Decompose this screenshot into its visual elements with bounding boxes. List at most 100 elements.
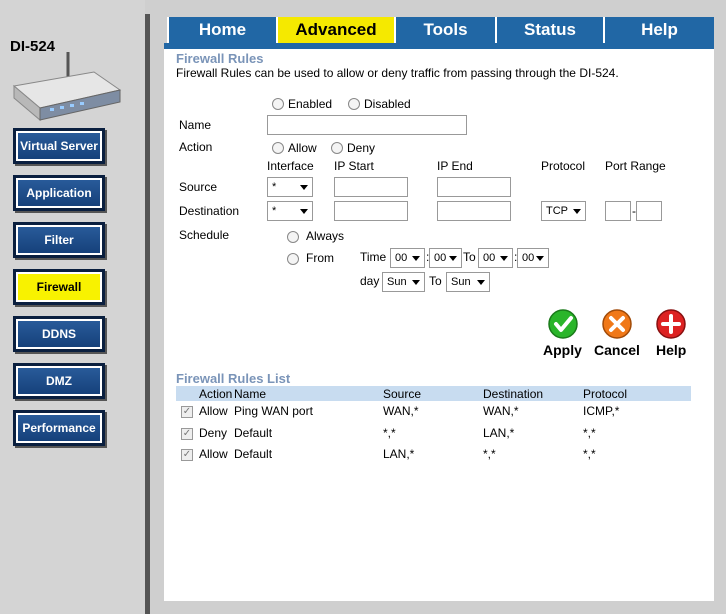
rule-source: *,* [383,426,396,440]
chevron-down-icon [573,209,581,214]
nav-performance[interactable]: Performance [13,410,105,446]
rule-action: Allow [199,404,228,418]
rule-protocol: ICMP,* [583,404,620,418]
from-label: From [306,251,334,265]
time-from-hour-select[interactable]: 00 [390,248,425,268]
list-header-source: Source [383,387,422,401]
time-to-minute-select[interactable]: 00 [517,248,549,268]
col-port-range: Port Range [605,159,666,173]
always-radio[interactable] [287,231,299,243]
rule-checkbox[interactable]: ✓ [181,406,193,418]
enabled-radio[interactable] [272,98,284,110]
col-protocol: Protocol [541,159,586,173]
nav-filter[interactable]: Filter [13,222,105,258]
help-plus-icon[interactable] [655,308,687,340]
day-from-value: Sun [387,276,407,288]
disabled-radio[interactable] [348,98,360,110]
destination-ip-end-input[interactable] [437,201,511,221]
nav-firewall[interactable]: Firewall [13,269,105,305]
rule-protocol: *,* [583,426,596,440]
source-ip-end-input[interactable] [437,177,511,197]
col-interface: Interface [267,159,314,173]
day-to-select[interactable]: Sun [446,272,490,292]
tab-help[interactable]: Help [603,17,714,43]
divider [150,0,164,614]
rule-action: Allow [199,447,228,461]
col-ip-end: IP End [437,159,473,173]
chevron-down-icon [536,256,544,261]
rule-checkbox[interactable]: ✓ [181,449,193,461]
source-interface-select[interactable]: * [267,177,313,197]
apply-check-icon[interactable] [547,308,579,340]
from-radio[interactable] [287,253,299,265]
time-from-minute-value: 00 [434,252,447,264]
rule-source: WAN,* [383,404,419,418]
day-from-select[interactable]: Sun [382,272,425,292]
source-interface-value: * [272,181,277,193]
section-title: Firewall Rules [176,51,264,66]
rule-source: LAN,* [383,447,415,461]
source-label: Source [179,180,218,194]
rule-name: Default [234,447,273,461]
rule-name: Default [234,426,273,440]
time-label: Time [360,250,387,264]
apply-button[interactable]: Apply [543,342,582,358]
col-ip-start: IP Start [334,159,374,173]
day-to-value: Sun [451,276,471,288]
destination-label: Destination [179,204,240,218]
enabled-label: Enabled [288,97,333,111]
rule-destination: WAN,* [483,404,519,418]
source-ip-start-input[interactable] [334,177,408,197]
protocol-value: TCP [546,205,568,217]
chevron-down-icon [477,280,485,285]
tab-home[interactable]: Home [167,17,276,43]
allow-radio[interactable] [272,142,284,154]
rule-destination: *,* [483,447,496,461]
list-title: Firewall Rules List [176,371,291,386]
time-to-hour-select[interactable]: 00 [478,248,513,268]
chevron-down-icon [300,185,308,190]
deny-radio[interactable] [331,142,343,154]
nav-application[interactable]: Application [13,175,105,211]
help-button[interactable]: Help [656,342,686,358]
nav-ddns[interactable]: DDNS [13,316,105,352]
chevron-down-icon [500,256,508,261]
time-from-minute-select[interactable]: 00 [429,248,462,268]
chevron-down-icon [300,209,308,214]
nav-virtual-server[interactable]: Virtual Server [13,128,105,164]
destination-interface-select[interactable]: * [267,201,313,221]
time-to-hour-value: 00 [483,252,496,264]
rule-protocol: *,* [583,447,596,461]
time-to-label: To [463,250,476,264]
always-label: Always [306,229,345,243]
allow-label: Allow [288,141,317,155]
day-label: day [360,274,380,288]
chevron-down-icon [412,256,420,261]
nav-dmz[interactable]: DMZ [13,363,105,399]
schedule-label: Schedule [179,228,230,242]
list-header-name: Name [234,387,267,401]
router-image [12,52,122,122]
rule-checkbox[interactable]: ✓ [181,428,193,440]
divider [714,0,726,614]
list-header-protocol: Protocol [583,387,628,401]
port-end-input[interactable] [636,201,662,221]
protocol-select[interactable]: TCP [541,201,586,221]
action-label: Action [179,140,213,154]
time-from-hour-value: 00 [395,252,408,264]
tab-tools[interactable]: Tools [394,17,495,43]
cancel-button[interactable]: Cancel [594,342,640,358]
tab-status[interactable]: Status [495,17,603,43]
port-start-input[interactable] [605,201,631,221]
section-description: Firewall Rules can be used to allow or d… [176,66,619,80]
rule-destination: LAN,* [483,426,515,440]
name-label: Name [179,118,212,132]
destination-ip-start-input[interactable] [334,201,408,221]
chevron-down-icon [449,256,457,261]
day-to-label: To [429,274,442,288]
cancel-x-icon[interactable] [601,308,633,340]
tab-advanced[interactable]: Advanced [276,17,394,43]
list-header-destination: Destination [483,387,544,401]
list-header-action: Action [199,387,233,401]
name-input[interactable] [267,115,467,135]
